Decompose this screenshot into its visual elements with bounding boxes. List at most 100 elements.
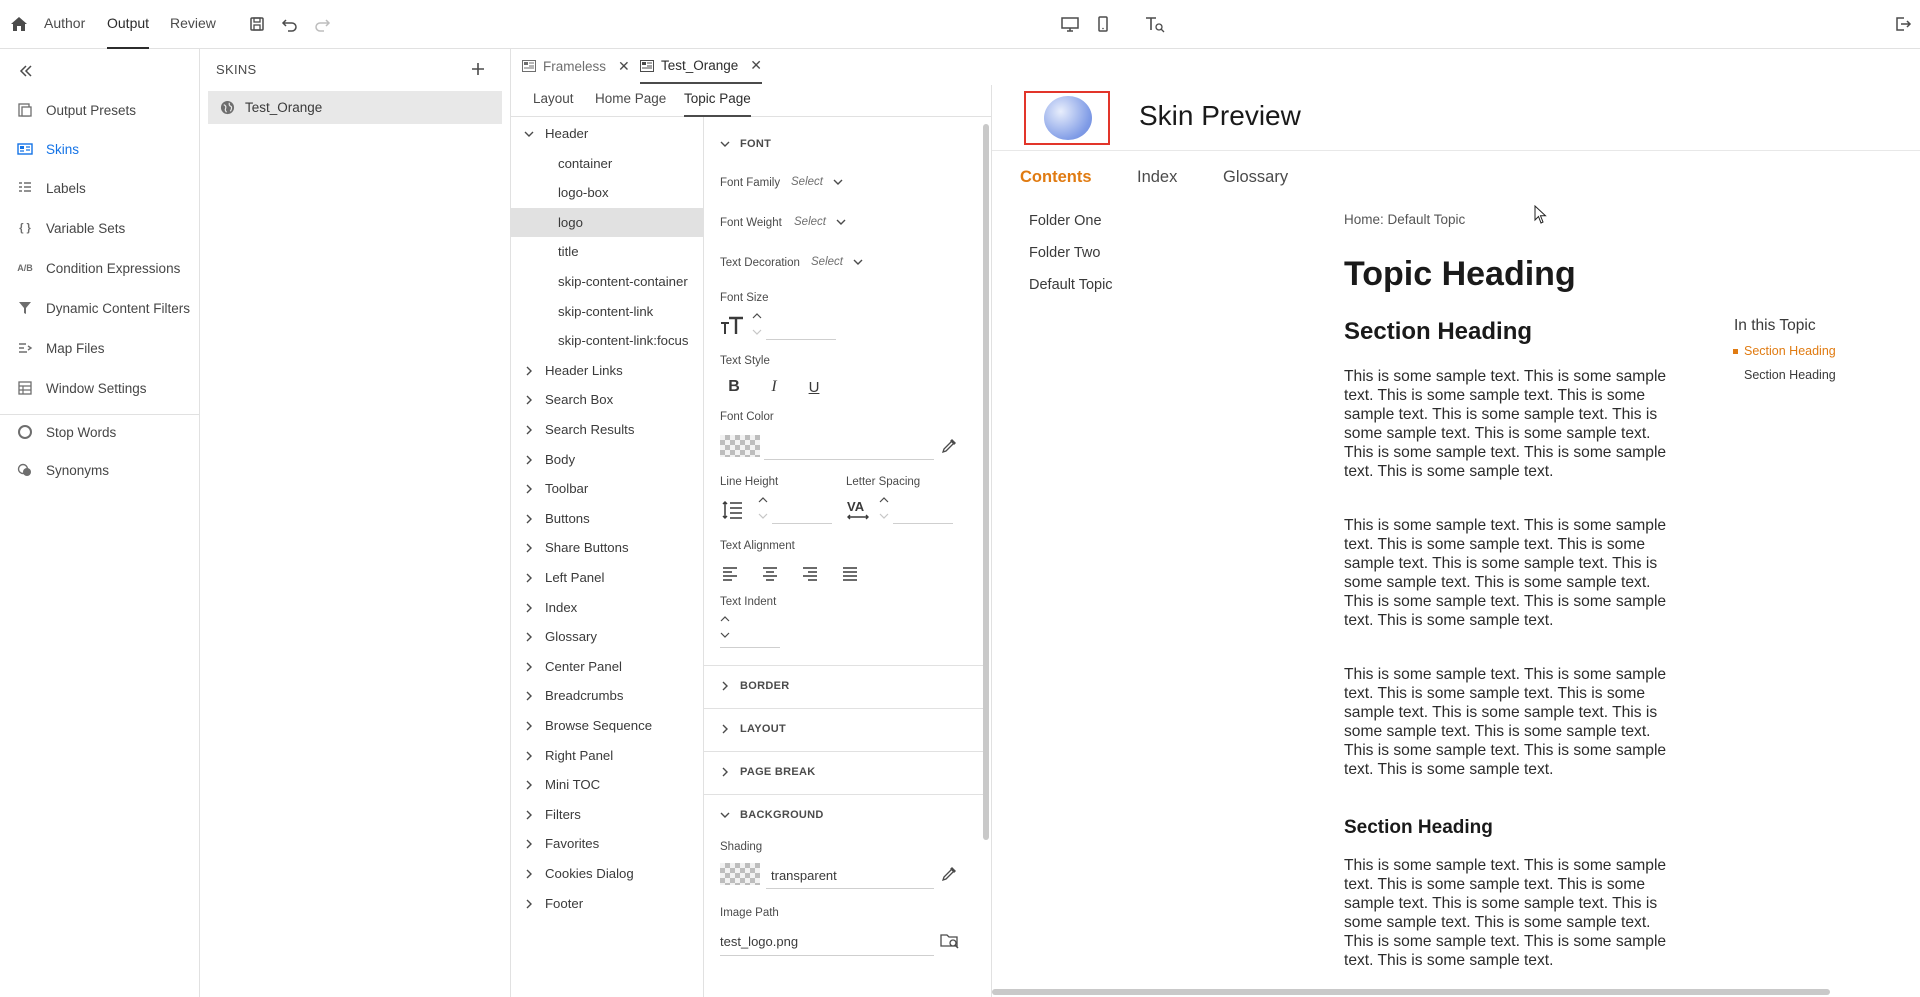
tree-group-cookies-dialog[interactable]: Cookies Dialog	[511, 859, 703, 888]
nav-item-skins[interactable]: Skins	[0, 132, 199, 166]
shading-swatch[interactable]	[720, 863, 760, 885]
preview-tab-glossary[interactable]: Glossary	[1223, 168, 1288, 187]
underline-button[interactable]: U	[803, 376, 825, 398]
tree-group-browse-sequence[interactable]: Browse Sequence	[511, 711, 703, 740]
font-size-input[interactable]	[766, 339, 836, 340]
image-path-value[interactable]: test_logo.png	[720, 934, 798, 949]
eyedropper-icon[interactable]	[940, 437, 958, 455]
bold-button[interactable]: B	[723, 376, 745, 398]
tree-group-filters[interactable]: Filters	[511, 800, 703, 829]
letter-spacing-stepper[interactable]	[879, 495, 889, 521]
tree-item-skip-content-container[interactable]: skip-content-container	[511, 267, 703, 296]
tree-group-index[interactable]: Index	[511, 593, 703, 622]
nav-item-output-presets[interactable]: Output Presets	[0, 93, 199, 127]
nav-item-synonyms[interactable]: Synonyms	[0, 453, 199, 487]
close-tab-icon[interactable]: ✕	[750, 57, 762, 74]
preview-tab-contents[interactable]: Contents	[1020, 168, 1092, 187]
align-justify-icon[interactable]	[842, 567, 858, 581]
nav-item-map-files[interactable]: Map Files	[0, 331, 199, 365]
nav-item-labels[interactable]: Labels	[0, 171, 199, 205]
nav-item-dynamic-content-filters[interactable]: Dynamic Content Filters	[0, 291, 199, 325]
tree-item-skip-content-link[interactable]: skip-content-link	[511, 297, 703, 326]
tree-group-right-panel[interactable]: Right Panel	[511, 741, 703, 770]
tree-group-search-results[interactable]: Search Results	[511, 415, 703, 444]
border-section-header[interactable]: BORDER	[720, 680, 789, 692]
line-height-input[interactable]	[772, 523, 832, 524]
eyedropper-icon[interactable]	[940, 865, 958, 883]
preview-nav-item[interactable]: Folder Two	[1029, 245, 1100, 261]
font-section-header[interactable]: FONT	[720, 138, 771, 150]
font-color-swatch[interactable]	[720, 435, 760, 457]
add-skin-icon[interactable]	[468, 59, 488, 79]
tree-item-container[interactable]: container	[511, 149, 703, 178]
shading-input[interactable]	[766, 888, 934, 889]
doc-tab-frameless[interactable]: Frameless ✕	[522, 49, 630, 83]
undo-icon[interactable]	[280, 14, 300, 34]
nav-item-variable-sets[interactable]: { } Variable Sets	[0, 211, 199, 245]
mode-tab-review[interactable]: Review	[170, 15, 216, 49]
letter-spacing-input[interactable]	[893, 523, 953, 524]
align-right-icon[interactable]	[802, 567, 818, 581]
preview-tab-index[interactable]: Index	[1137, 168, 1177, 187]
nav-item-condition-expressions[interactable]: A/B Condition Expressions	[0, 251, 199, 285]
tree-group-favorites[interactable]: Favorites	[511, 829, 703, 858]
shading-value[interactable]: transparent	[771, 868, 837, 883]
text-indent-input[interactable]	[720, 647, 780, 648]
preview-mini-toc-item[interactable]: Section Heading	[1744, 344, 1836, 358]
tree-group-breadcrumbs[interactable]: Breadcrumbs	[511, 681, 703, 710]
tree-group-buttons[interactable]: Buttons	[511, 504, 703, 533]
align-left-icon[interactable]	[722, 567, 738, 581]
skin-item-test-orange[interactable]: Test_Orange	[208, 91, 502, 124]
home-icon[interactable]	[9, 14, 29, 34]
preview-breadcrumb[interactable]: Home: Default Topic	[1344, 212, 1465, 227]
line-height-stepper[interactable]	[758, 495, 768, 521]
mobile-view-icon[interactable]	[1093, 14, 1113, 34]
tree-item-title[interactable]: title	[511, 237, 703, 266]
tree-group-glossary[interactable]: Glossary	[511, 622, 703, 651]
redo-icon[interactable]	[312, 14, 332, 34]
tree-item-logo-box[interactable]: logo-box	[511, 178, 703, 207]
tree-group-toolbar[interactable]: Toolbar	[511, 474, 703, 503]
tree-group-mini-toc[interactable]: Mini TOC	[511, 770, 703, 799]
mode-tab-output[interactable]: Output	[107, 15, 150, 49]
mode-tab-author[interactable]: Author	[44, 15, 85, 49]
image-path-input[interactable]	[720, 955, 934, 956]
preview-horizontal-scrollbar[interactable]	[992, 989, 1830, 995]
preview-logo-box[interactable]	[1024, 91, 1110, 145]
tree-group-body[interactable]: Body	[511, 445, 703, 474]
preview-nav-item[interactable]: Default Topic	[1029, 277, 1113, 293]
tree-group-header[interactable]: Header	[511, 119, 703, 148]
doc-tab-test-orange[interactable]: Test_Orange ✕	[640, 49, 763, 84]
nav-item-window-settings[interactable]: Window Settings	[0, 371, 199, 405]
text-preview-icon[interactable]	[1144, 14, 1165, 34]
page-break-section-header[interactable]: PAGE BREAK	[720, 766, 816, 778]
tree-group-left-panel[interactable]: Left Panel	[511, 563, 703, 592]
italic-button[interactable]: I	[763, 376, 785, 398]
sub-tab-layout[interactable]: Layout	[533, 91, 574, 117]
nav-item-stop-words[interactable]: Stop Words	[0, 415, 199, 449]
text-decoration-select[interactable]: Select	[803, 256, 863, 268]
save-icon[interactable]	[247, 14, 267, 34]
preview-logo[interactable]	[1044, 96, 1092, 140]
tree-group-search-box[interactable]: Search Box	[511, 385, 703, 414]
font-weight-select[interactable]: Select	[786, 216, 846, 228]
tree-group-header-links[interactable]: Header Links	[511, 356, 703, 385]
text-indent-stepper[interactable]	[720, 614, 730, 640]
collapse-panel-icon[interactable]	[16, 61, 36, 81]
tree-group-center-panel[interactable]: Center Panel	[511, 652, 703, 681]
font-family-select[interactable]: Select	[783, 176, 843, 188]
close-tab-icon[interactable]: ✕	[618, 58, 630, 75]
font-size-stepper[interactable]	[752, 311, 762, 337]
desktop-view-icon[interactable]	[1060, 14, 1080, 34]
preview-nav-item[interactable]: Folder One	[1029, 213, 1102, 229]
tree-item-logo[interactable]: logo	[511, 208, 703, 237]
background-section-header[interactable]: BACKGROUND	[720, 809, 824, 821]
sub-tab-topic-page[interactable]: Topic Page	[684, 91, 751, 117]
font-color-input[interactable]	[764, 459, 934, 460]
sub-tab-home-page[interactable]: Home Page	[595, 91, 666, 117]
browse-image-icon[interactable]	[940, 932, 960, 950]
preview-title[interactable]: Skin Preview	[1139, 100, 1301, 132]
properties-scrollbar[interactable]	[983, 124, 989, 840]
tree-group-footer[interactable]: Footer	[511, 889, 703, 918]
tree-group-share-buttons[interactable]: Share Buttons	[511, 533, 703, 562]
